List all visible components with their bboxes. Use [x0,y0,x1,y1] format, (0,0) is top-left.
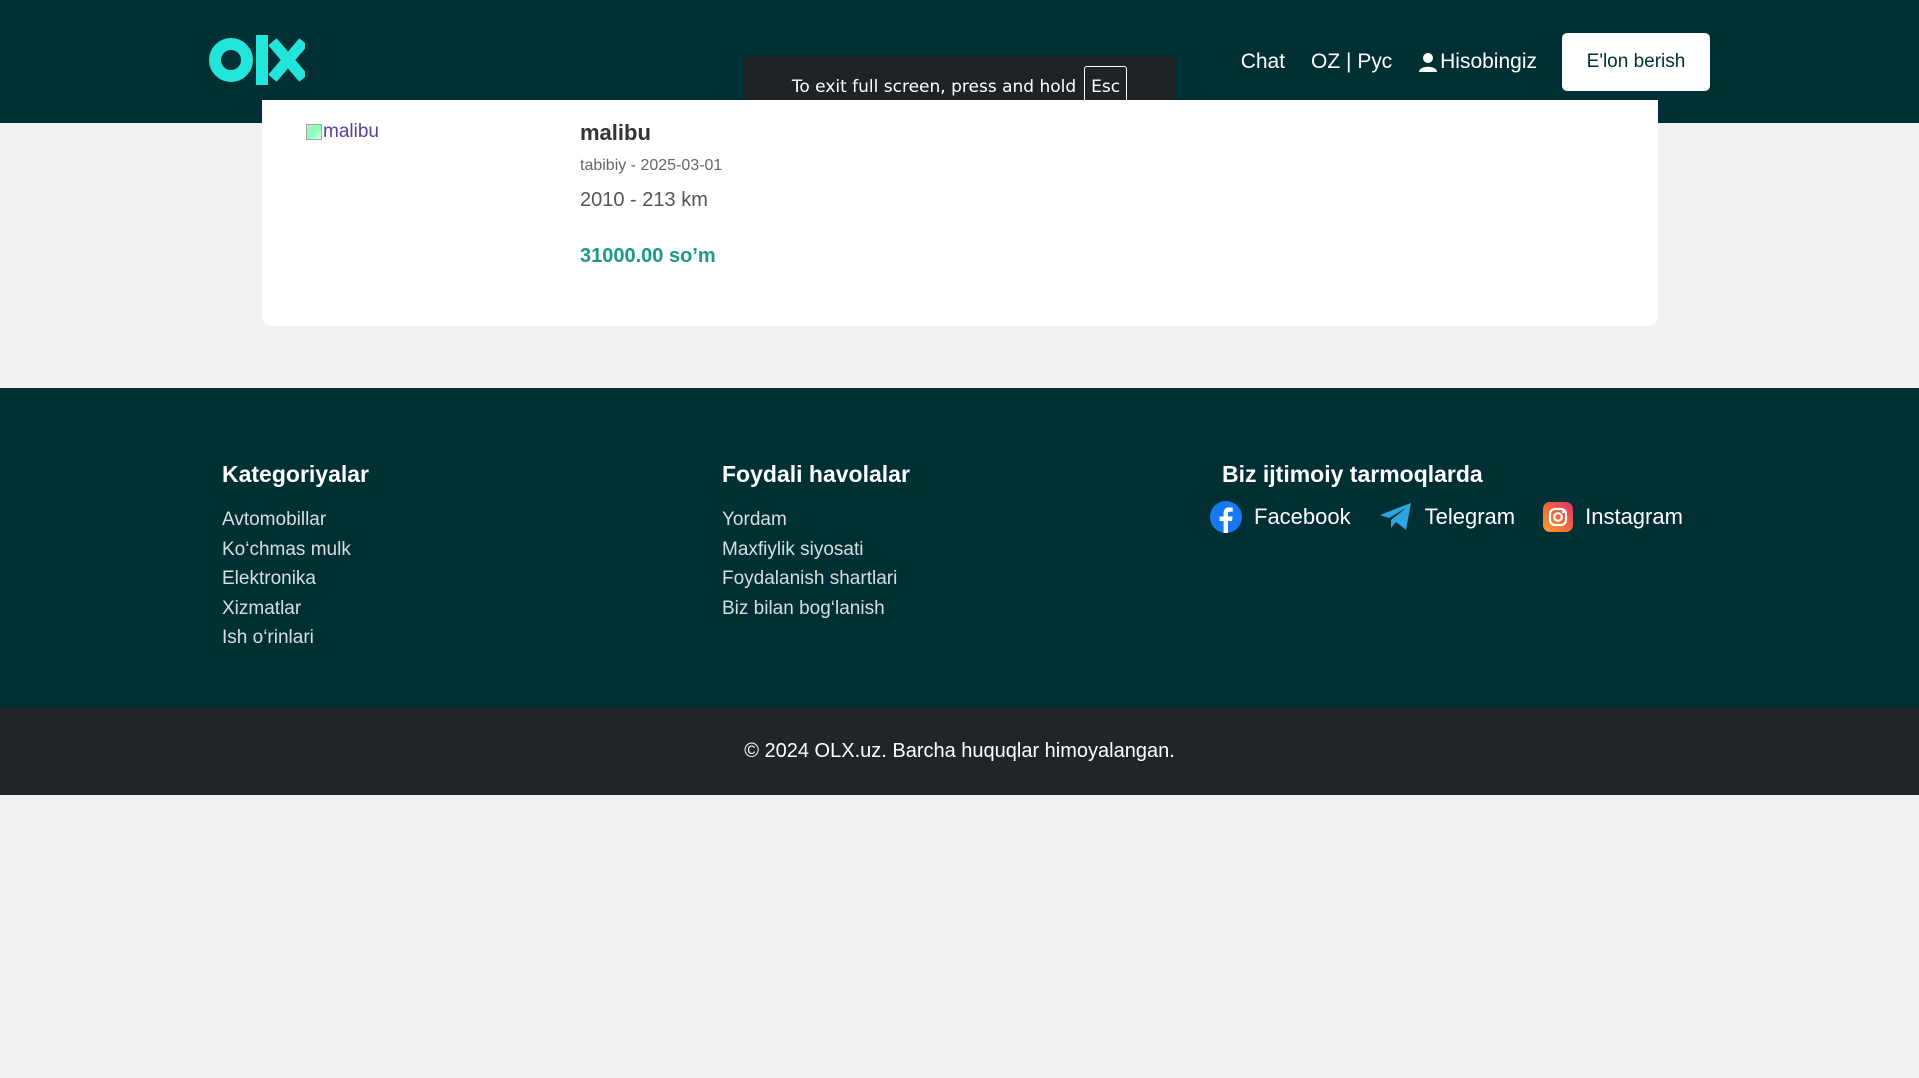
fullscreen-notice-text: To exit full screen, press and hold [791,77,1077,97]
listing-specs: 2010 - 213 km [580,189,708,211]
telegram-label: Telegram [1424,504,1516,529]
facebook-icon [1210,501,1242,533]
olx-logo[interactable] [209,34,305,86]
user-icon [1419,53,1438,72]
listing-card[interactable]: malibu malibu tabibiy - 2025-03-01 2010 … [262,100,1658,326]
copyright-text: © 2024 OLX.uz. Barcha huquqlar himoyalan… [744,739,1175,762]
footer-link-real-estate[interactable]: Ko‘chmas mulk [222,535,369,565]
copyright-bar: © 2024 OLX.uz. Barcha huquqlar himoyalan… [0,707,1919,795]
footer-categories-title: Kategoriyalar [222,461,370,487]
footer-social-title: Biz ijtimoiy tarmoqlarda [1222,461,1483,487]
post-ad-button[interactable]: E'lon berish [1562,33,1710,91]
telegram-icon [1379,503,1411,530]
footer-link-electronics[interactable]: Elektronika [222,564,369,594]
footer-link-cars[interactable]: Avtomobillar [222,505,369,535]
instagram-icon [1543,502,1574,532]
facebook-label: Facebook [1254,504,1351,529]
footer-link-terms[interactable]: Foydalanish shartlari [722,564,910,594]
footer-links-title: Foydali havolalar [722,461,910,487]
telegram-link[interactable]: Telegram [1379,502,1515,532]
listing-image[interactable]: malibu [306,121,379,143]
social-links: Facebook Telegram Instagram [1210,501,1711,533]
footer-link-contact[interactable]: Biz bilan bog‘lanish [722,594,910,624]
language-switcher[interactable]: OZ | Рус [1311,50,1392,74]
instagram-label: Instagram [1585,504,1683,529]
listing-title[interactable]: malibu [580,120,651,146]
footer-link-help[interactable]: Yordam [722,505,910,535]
footer-link-services[interactable]: Xizmatlar [222,594,369,624]
facebook-link[interactable]: Facebook [1210,501,1351,533]
footer-link-jobs[interactable]: Ish o‘rinlari [222,623,369,653]
footer-link-privacy[interactable]: Maxfiylik siyosati [722,535,910,565]
broken-image-icon [306,124,322,140]
chat-link[interactable]: Chat [1241,50,1285,74]
account-label: Hisobingiz [1440,50,1537,73]
listing-price: 31000.00 so’m [580,245,716,267]
footer-social: Biz ijtimoiy tarmoqlarda [1222,461,1483,500]
listing-image-alt: malibu [323,121,379,142]
account-link[interactable]: Hisobingiz [1418,50,1537,74]
footer-categories: Kategoriyalar Avtomobillar Ko‘chmas mulk… [222,461,369,653]
main-nav: Chat OZ | Рус Hisobingiz E'lon berish [1241,33,1710,91]
instagram-link[interactable]: Instagram [1543,502,1683,532]
footer: Kategoriyalar Avtomobillar Ko‘chmas mulk… [0,388,1919,707]
footer-useful-links: Foydali havolalar Yordam Maxfiylik siyos… [722,461,910,623]
listing-meta: tabibiy - 2025-03-01 [580,157,723,174]
